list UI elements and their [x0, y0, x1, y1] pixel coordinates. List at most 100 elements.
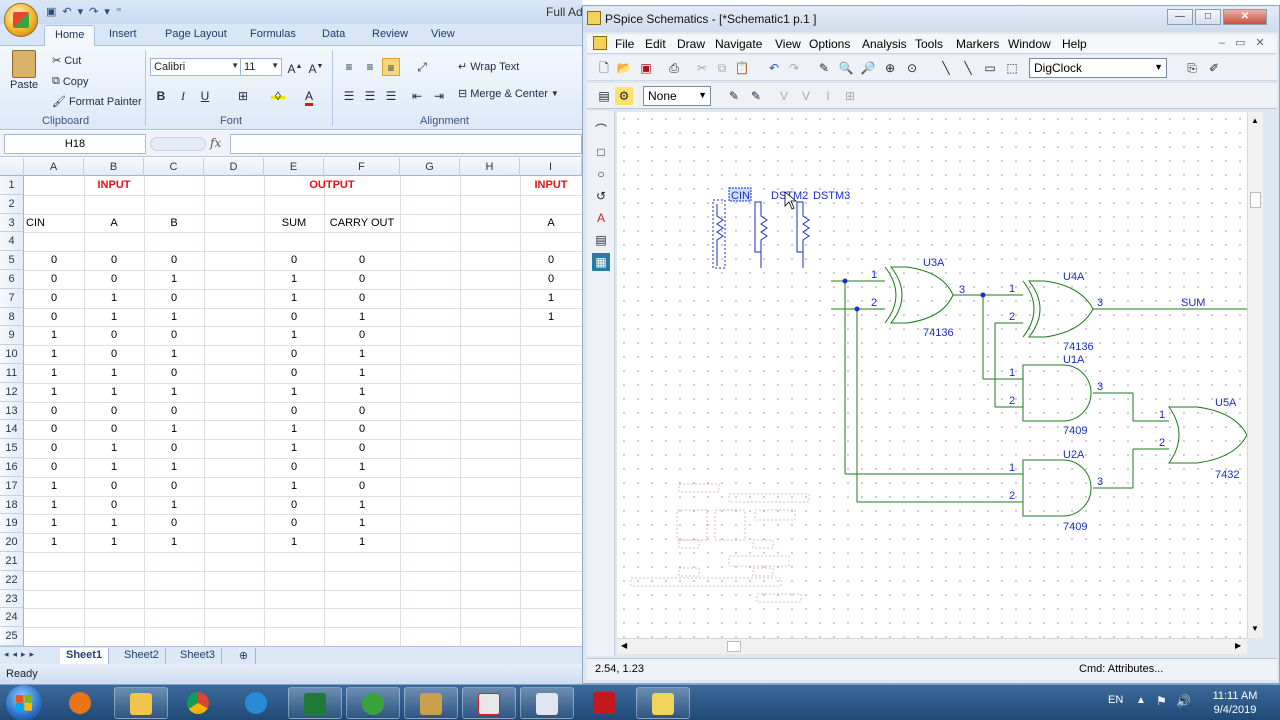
- cell-B9[interactable]: 0: [84, 326, 144, 345]
- redo-icon[interactable]: ↷: [89, 5, 98, 18]
- probe-icon[interactable]: ✎: [725, 87, 743, 105]
- cell-F6[interactable]: 0: [324, 270, 400, 289]
- cell-E10[interactable]: 0: [264, 345, 324, 364]
- cell-A5[interactable]: 0: [24, 251, 84, 270]
- cell-A10[interactable]: 1: [24, 345, 84, 364]
- cut-icon[interactable]: ✂: [693, 59, 711, 77]
- horizontal-scroll-thumb[interactable]: [727, 641, 741, 652]
- cell-E1[interactable]: OUTPUT: [264, 176, 400, 195]
- cell-E20[interactable]: 1: [264, 533, 324, 552]
- cell-E5[interactable]: 0: [264, 251, 324, 270]
- cell-A19[interactable]: 1: [24, 514, 84, 533]
- orientation-icon[interactable]: ⤢: [410, 58, 434, 76]
- row-header[interactable]: 2: [0, 194, 24, 214]
- stimulus-dstm2[interactable]: [754, 201, 768, 268]
- menu-markers[interactable]: Markers: [956, 37, 999, 51]
- part-name-combo[interactable]: DigClock ▼: [1029, 58, 1167, 78]
- font-color-icon[interactable]: A: [298, 87, 320, 106]
- menu-options[interactable]: Options: [809, 37, 850, 51]
- cell-F5[interactable]: 0: [324, 251, 400, 270]
- cell-A17[interactable]: 1: [24, 477, 84, 496]
- row-header[interactable]: 6: [0, 270, 24, 289]
- vertical-scrollbar[interactable]: ▲ ▼: [1247, 112, 1263, 638]
- column-header[interactable]: C: [144, 158, 204, 176]
- simulate-icon[interactable]: ⚙: [615, 87, 633, 105]
- sheet-tab-2[interactable]: Sheet2: [118, 648, 166, 664]
- cell-E8[interactable]: 0: [264, 308, 324, 327]
- cell-E9[interactable]: 1: [264, 326, 324, 345]
- draw-wire-icon[interactable]: ╲: [937, 59, 955, 77]
- select-all-corner[interactable]: [0, 158, 24, 176]
- column-header[interactable]: D: [204, 158, 264, 176]
- zoom-in-icon[interactable]: 🔍: [837, 59, 855, 77]
- gate-u3a[interactable]: [884, 266, 954, 324]
- cut-button[interactable]: ✂ Cut: [52, 54, 81, 68]
- row-header[interactable]: 19: [0, 514, 24, 534]
- taskbar-app-9[interactable]: [520, 687, 574, 719]
- column-header[interactable]: G: [400, 158, 460, 176]
- tab-review[interactable]: Review: [372, 28, 408, 40]
- menu-edit[interactable]: Edit: [645, 37, 666, 51]
- row-header[interactable]: 12: [0, 382, 24, 402]
- row-header[interactable]: 11: [0, 364, 24, 383]
- row-header[interactable]: 17: [0, 476, 24, 496]
- zoom-area-icon[interactable]: ⊕: [881, 59, 899, 77]
- align-top-icon[interactable]: ≡: [340, 58, 358, 76]
- bold-button[interactable]: B: [152, 87, 170, 105]
- cell-C18[interactable]: 1: [144, 496, 204, 515]
- menu-tools[interactable]: Tools: [915, 37, 943, 51]
- fill-color-icon[interactable]: ◊: [267, 87, 289, 105]
- tray-clock[interactable]: 11:11 AM 9/4/2019: [1200, 689, 1270, 717]
- zoom-fit-icon[interactable]: ⊙: [903, 59, 921, 77]
- cell-I1[interactable]: INPUT: [520, 176, 582, 195]
- cell-B8[interactable]: 1: [84, 308, 144, 327]
- sheet-nav-icon[interactable]: ◂◂▸▸: [4, 649, 38, 660]
- taskbar-app-10[interactable]: [578, 687, 632, 719]
- tab-home[interactable]: Home: [44, 25, 96, 47]
- redo-icon[interactable]: ↷: [785, 59, 803, 77]
- cell-C16[interactable]: 1: [144, 458, 204, 477]
- row-header[interactable]: 16: [0, 458, 24, 477]
- row-header[interactable]: 24: [0, 608, 24, 628]
- name-box[interactable]: H18: [4, 134, 146, 154]
- paste-icon[interactable]: 📋: [733, 59, 751, 77]
- setup-icon[interactable]: ▤: [595, 87, 613, 105]
- cell-B20[interactable]: 1: [84, 533, 144, 552]
- cell-B11[interactable]: 1: [84, 364, 144, 383]
- edit-attributes-icon[interactable]: ✐: [1205, 59, 1223, 77]
- cell-B6[interactable]: 0: [84, 270, 144, 289]
- copy-button[interactable]: ⧉ Copy: [52, 75, 89, 88]
- office-button[interactable]: [4, 3, 38, 37]
- cell-F16[interactable]: 1: [324, 458, 400, 477]
- tab-data[interactable]: Data: [322, 28, 345, 40]
- align-center-icon[interactable]: ☰: [361, 87, 379, 105]
- cell-C19[interactable]: 0: [144, 514, 204, 533]
- zoom-out-icon[interactable]: 🔎: [859, 59, 877, 77]
- vertical-scroll-thumb[interactable]: [1250, 192, 1261, 208]
- column-header[interactable]: H: [460, 158, 520, 176]
- tab-view[interactable]: View: [431, 28, 455, 40]
- align-right-icon[interactable]: ☰: [382, 87, 400, 105]
- cell-C20[interactable]: 1: [144, 533, 204, 552]
- cell-I5[interactable]: 0: [520, 251, 582, 270]
- taskbar-media-player[interactable]: [54, 687, 108, 719]
- menu-window[interactable]: Window: [1008, 37, 1051, 51]
- document-icon[interactable]: [593, 36, 607, 50]
- cell-E13[interactable]: 0: [264, 402, 324, 421]
- menu-analysis[interactable]: Analysis: [862, 37, 907, 51]
- cell-A3[interactable]: CIN: [26, 214, 84, 233]
- edit-symbol-icon[interactable]: ⎘: [1183, 59, 1201, 77]
- text-box-icon[interactable]: ▤: [592, 231, 610, 249]
- taskbar-app-7[interactable]: [404, 687, 458, 719]
- format-painter-button[interactable]: 🖌 Format Painter: [52, 95, 142, 109]
- row-header[interactable]: 9: [0, 326, 24, 346]
- new-file-icon[interactable]: 🗋: [595, 59, 613, 77]
- cell-F15[interactable]: 0: [324, 439, 400, 458]
- pencil-icon[interactable]: ✎: [815, 59, 833, 77]
- fx-icon[interactable]: fx: [210, 136, 221, 150]
- tab-insert[interactable]: Insert: [109, 28, 137, 40]
- wrap-text-button[interactable]: ↵ Wrap Text: [458, 60, 519, 74]
- bias-display-icon[interactable]: ⊞: [841, 87, 859, 105]
- merge-center-button[interactable]: ⊟ Merge & Center ▼: [458, 87, 559, 101]
- cell-B19[interactable]: 1: [84, 514, 144, 533]
